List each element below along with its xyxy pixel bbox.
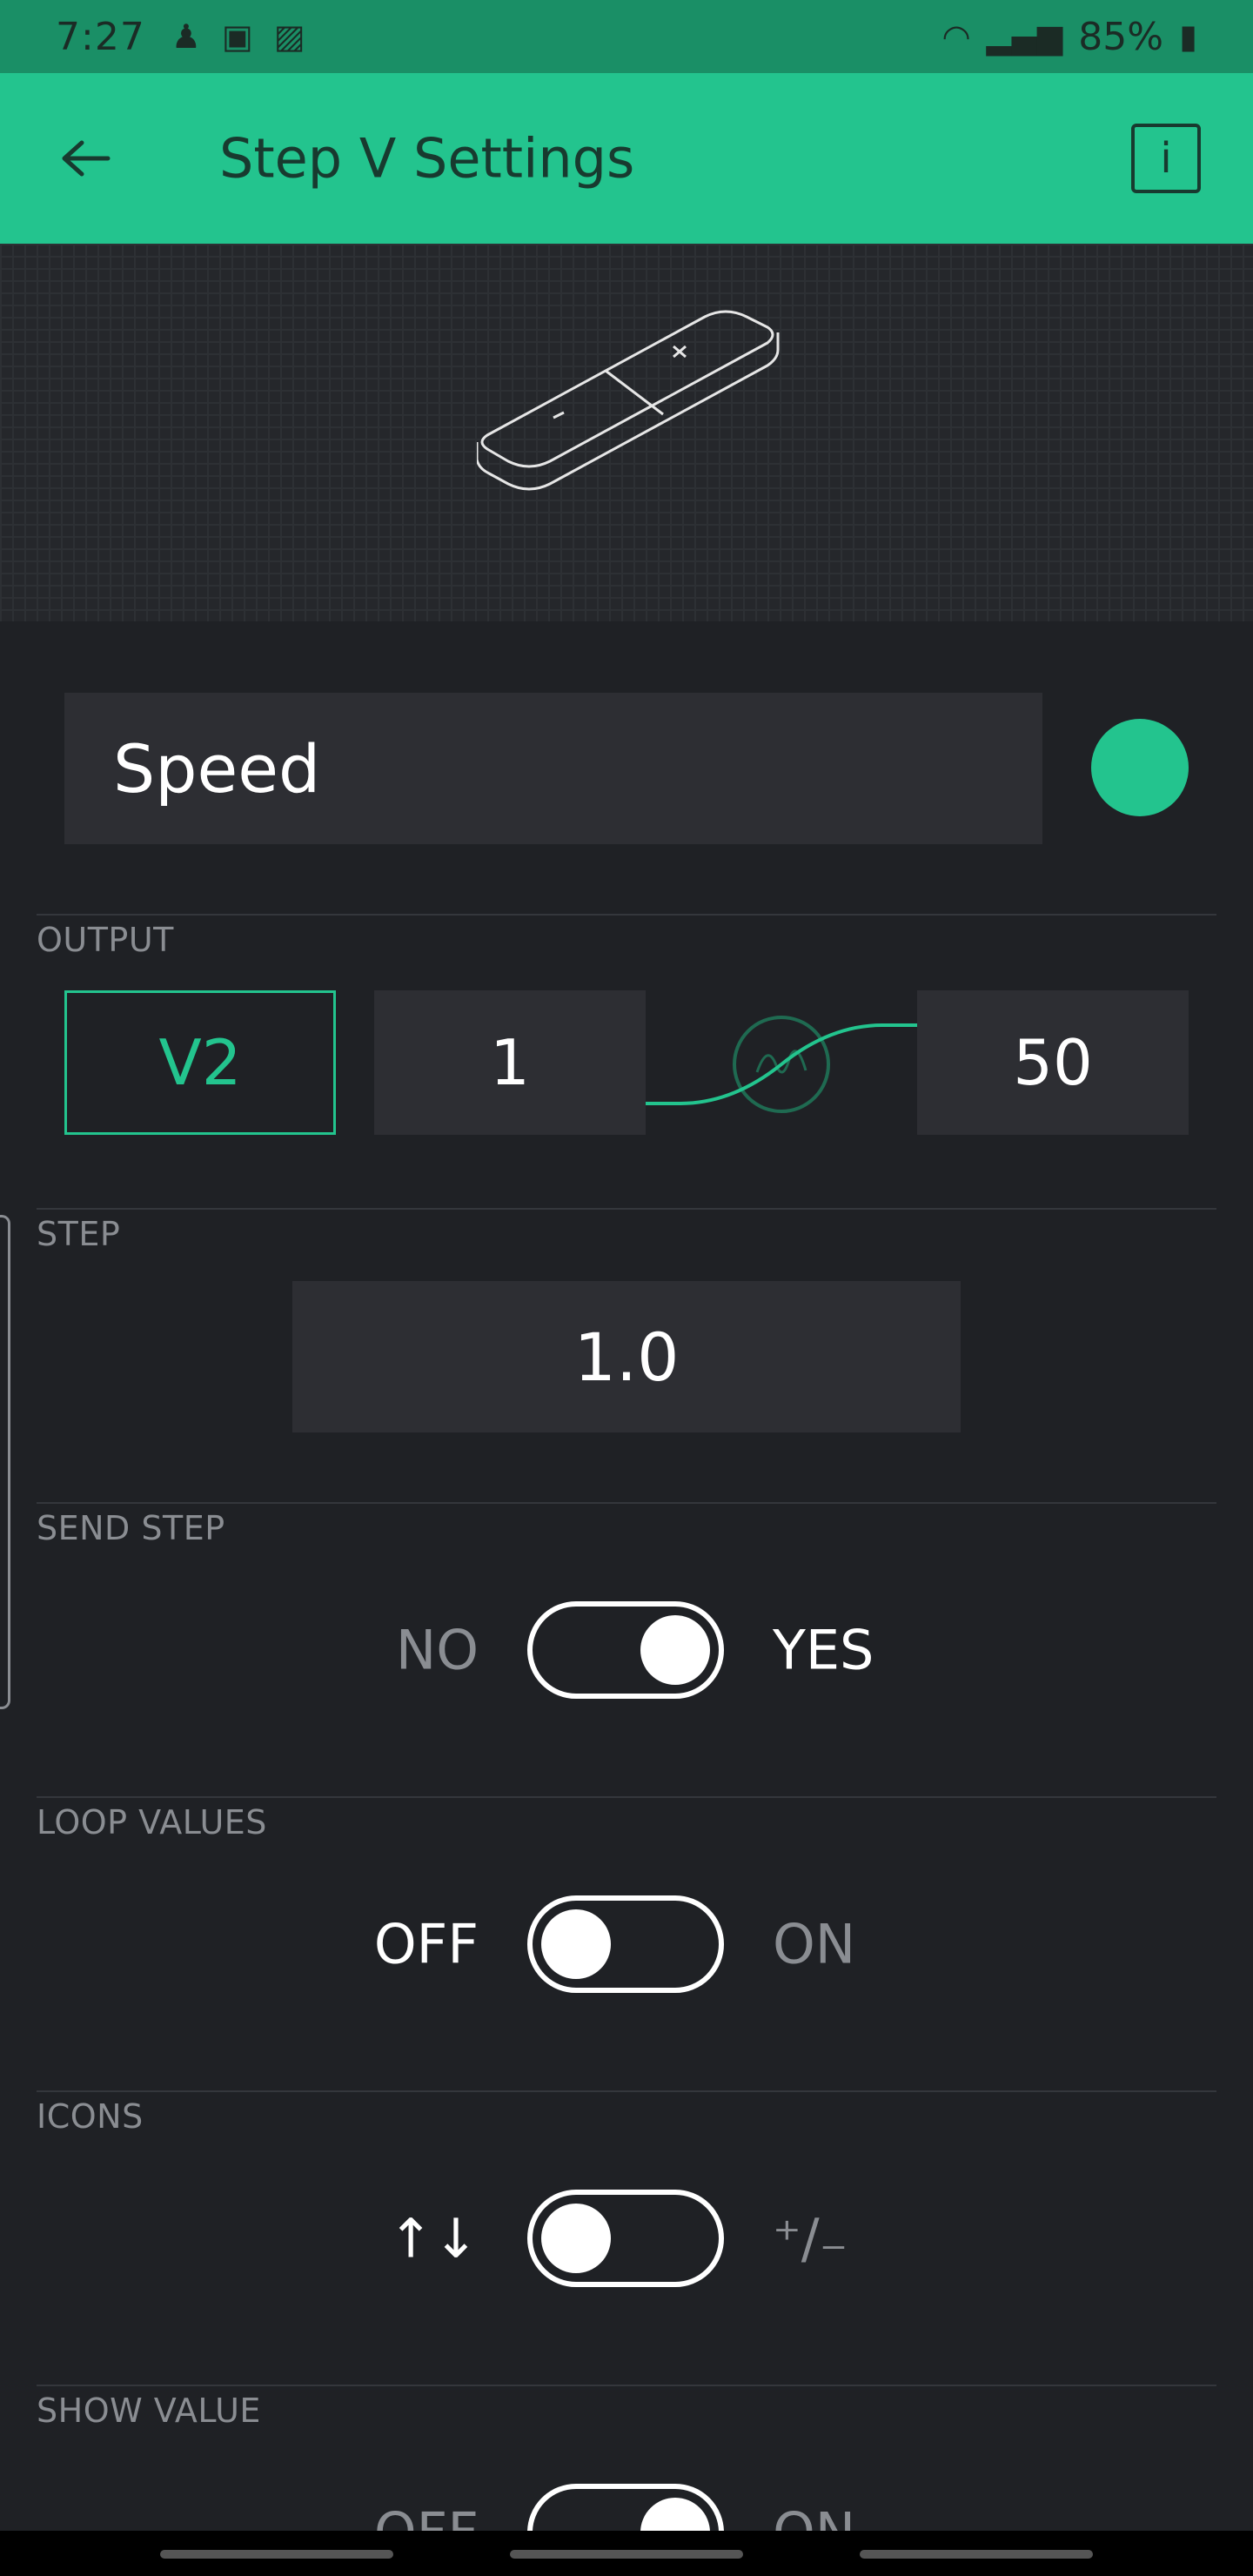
cast-icon: ▣ [221,17,253,56]
mapping-curve [646,990,917,1135]
icons-toggle-row: ↑↓ ⁺/₋ [0,2190,1253,2287]
battery-icon: ▮ [1179,17,1197,56]
send-step-yes-label: YES [773,1618,874,1682]
max-value-input[interactable]: 50 [917,990,1189,1135]
send-step-toggle-row: NO YES [0,1601,1253,1699]
step-value-input[interactable]: 1.0 [292,1281,961,1432]
divider [37,1208,1216,1210]
image-icon: ▨ [273,17,305,56]
plus-minus-icon: ⁺/₋ [773,2206,848,2271]
divider [37,1796,1216,1798]
divider [37,2385,1216,2386]
icons-section-label: ICONS [37,2097,144,2136]
loop-values-switch[interactable] [527,1895,724,1993]
info-button[interactable]: i [1131,124,1201,193]
edge-panel-handle[interactable] [0,1215,10,1709]
switch-knob [541,2204,611,2273]
color-picker-button[interactable] [1091,719,1189,816]
divider [37,914,1216,916]
show-value-on-label: ON [773,2501,855,2532]
loop-values-on-label: ON [773,1912,856,1976]
pin-selector-button[interactable]: V2 [64,990,336,1135]
nav-back-button[interactable] [860,2550,1093,2559]
min-value-input[interactable]: 1 [374,990,646,1135]
battery-percent: 85% [1078,14,1164,59]
widget-name-input[interactable]: Speed [64,693,1042,844]
send-step-section-label: SEND STEP [37,1509,225,1547]
send-step-switch[interactable] [527,1601,724,1699]
status-bar: 7:27 ♟ ▣ ▨ ◠ ▂▄▆ 85% ▮ [0,0,1253,73]
show-value-off-label: OFF [374,2501,479,2532]
step-section-label: STEP [37,1215,121,1253]
loop-values-toggle-row: OFF ON [0,1895,1253,1993]
step-widget-illustration [477,310,780,491]
show-value-toggle-row: OFF ON [0,2484,1253,2531]
wifi-icon: ◠ [941,17,971,56]
person-icon: ♟ [171,17,201,56]
switch-knob [541,1909,611,1979]
divider [37,1502,1216,1504]
app-bar: Step V Settings i [0,73,1253,244]
loop-values-off-label: OFF [373,1912,479,1976]
switch-knob [640,2498,710,2531]
arrow-left-icon [62,140,111,177]
divider [37,2090,1216,2092]
nav-home-button[interactable] [510,2550,743,2559]
status-time: 7:27 [56,14,145,59]
navigation-bar [0,2531,1253,2576]
nav-recents-button[interactable] [160,2550,393,2559]
output-section-label: OUTPUT [37,921,174,959]
arrows-icon: ↑↓ [388,2206,479,2271]
loop-values-section-label: LOOP VALUES [37,1803,267,1841]
icons-switch[interactable] [527,2190,724,2287]
back-button[interactable] [52,125,118,191]
show-value-switch[interactable] [527,2484,724,2531]
switch-knob [640,1615,710,1685]
page-title: Step V Settings [219,126,635,191]
show-value-section-label: SHOW VALUE [37,2392,261,2430]
signal-icon: ▂▄▆ [986,17,1063,56]
send-step-no-label: NO [395,1618,479,1682]
info-icon: i [1160,134,1172,183]
